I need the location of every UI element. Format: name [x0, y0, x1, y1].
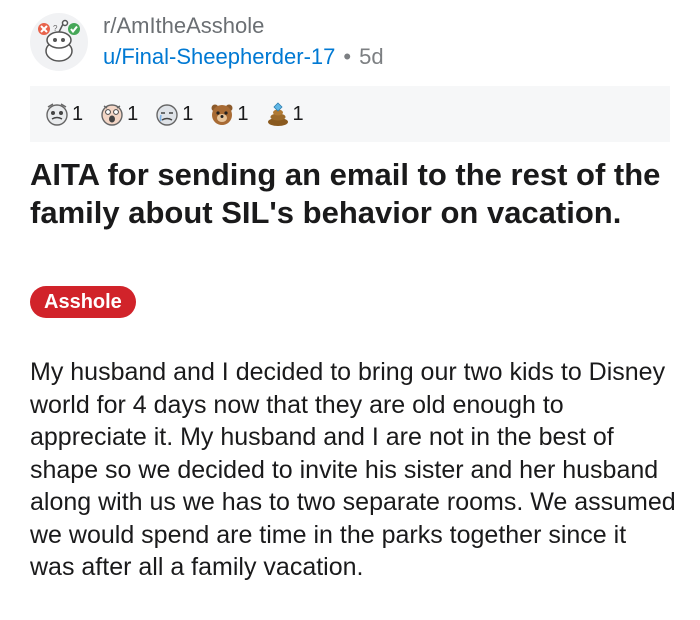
face-award-icon [46, 103, 68, 126]
author-link[interactable]: u/Final-Sheepherder-17 [103, 43, 335, 71]
meta-separator: • [343, 44, 352, 69]
crying-face-award-icon [156, 104, 178, 126]
bear-award-icon [211, 104, 233, 125]
award-item[interactable]: 1 [265, 101, 304, 127]
post-header: ? r/AmItheAsshole u/Final-Sheepherder-17… [30, 12, 670, 72]
post-body: My husband and I decided to bring our tw… [30, 358, 676, 581]
post-age: 5d [359, 44, 384, 69]
subreddit-avatar[interactable]: ? [30, 13, 88, 71]
subreddit-name[interactable]: r/AmItheAsshole [103, 13, 384, 39]
gem-poop-award-icon [267, 102, 288, 126]
snoo-icon: ? [38, 19, 80, 62]
post-flair[interactable]: Asshole [30, 286, 136, 318]
award-item[interactable]: 1 [99, 101, 138, 127]
award-count: 1 [182, 102, 194, 125]
awards-bar[interactable]: 1 1 1 1 1 [30, 86, 670, 142]
award-count: 1 [292, 102, 304, 125]
award-item[interactable]: 1 [209, 101, 249, 127]
post-title[interactable]: AITA for sending an email to the rest of… [30, 156, 670, 232]
award-count: 1 [72, 102, 84, 125]
award-item[interactable]: 1 [154, 101, 193, 127]
svg-text:?: ? [53, 24, 58, 33]
award-item[interactable]: 1 [44, 101, 83, 127]
shocked-face-award-icon [101, 104, 123, 126]
award-count: 1 [127, 102, 139, 125]
award-count: 1 [237, 102, 249, 125]
